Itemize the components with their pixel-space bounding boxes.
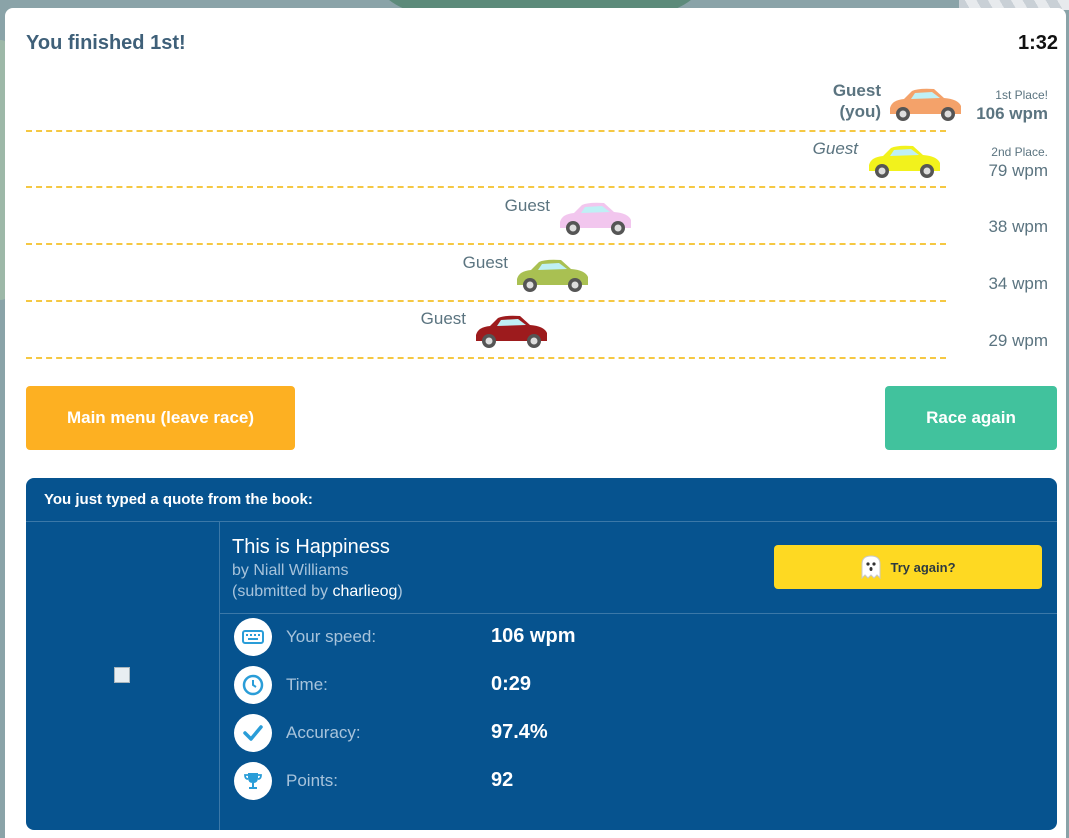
race-results-panel: You finished 1st! 1:32 Guest (you) 1st P… xyxy=(5,8,1066,838)
clock-icon xyxy=(234,666,272,704)
main-menu-button[interactable]: Main menu (leave race) xyxy=(26,386,295,450)
racer-wpm: 34 wpm xyxy=(988,274,1048,293)
stat-row-time: Time: 0:29 xyxy=(220,662,1057,710)
racer-wpm: 79 wpm xyxy=(988,161,1048,180)
racer-wpm: 29 wpm xyxy=(988,331,1048,350)
stat-value: 106 wpm xyxy=(491,625,576,647)
submitter-link[interactable]: charlieog xyxy=(332,583,397,600)
stat-row-points: Points: 92 xyxy=(220,758,1057,806)
car-icon xyxy=(472,313,550,351)
race-timer: 1:32 xyxy=(1017,32,1058,54)
racer-name: Guest xyxy=(504,196,550,215)
stat-label: Accuracy: xyxy=(286,723,361,742)
book-title: This is Happiness xyxy=(232,536,390,558)
race-stats: Your speed: 106 wpm Time: 0:29 Accuracy:… xyxy=(220,614,1057,830)
ghost-icon xyxy=(861,555,881,580)
submitted-suffix: ) xyxy=(397,583,403,600)
racer-name: Guest (you) xyxy=(833,80,881,122)
quote-header-text: You just typed a quote from the book: xyxy=(44,491,313,508)
race-again-button[interactable]: Race again xyxy=(885,386,1057,450)
stat-value: 92 xyxy=(491,769,514,791)
book-submitter: (submitted by charlieog) xyxy=(232,583,403,601)
race-lane xyxy=(26,130,946,133)
stat-label: Points: xyxy=(286,771,338,790)
racer-place: 1st Place! xyxy=(995,88,1048,102)
racer-wpm: 38 wpm xyxy=(988,217,1048,236)
submitted-prefix: (submitted by xyxy=(232,583,333,600)
stat-value: 97.4% xyxy=(491,721,548,743)
book-cover-area xyxy=(26,522,220,830)
quote-panel: You just typed a quote from the book: Th… xyxy=(26,478,1057,830)
broken-image-icon xyxy=(114,667,130,683)
try-again-button[interactable]: Try again? xyxy=(774,545,1042,589)
racer-name: Guest xyxy=(812,139,858,158)
stat-label: Your speed: xyxy=(286,627,377,646)
racer-you-tag: (you) xyxy=(839,102,881,121)
racer-wpm: 106 wpm xyxy=(976,104,1048,123)
race-result-title: You finished 1st! xyxy=(26,32,186,54)
race-lane xyxy=(26,243,946,246)
racer-name: Guest xyxy=(462,253,508,272)
trophy-icon xyxy=(234,762,272,800)
quote-header: You just typed a quote from the book: xyxy=(26,478,1057,522)
checkmark-icon xyxy=(234,714,272,752)
race-lane xyxy=(26,186,946,189)
racer-name-line: Guest xyxy=(832,81,881,100)
car-icon xyxy=(886,86,964,124)
race-lane xyxy=(26,300,946,303)
stat-value: 0:29 xyxy=(491,673,532,695)
race-lane xyxy=(26,357,946,360)
racer-name: Guest xyxy=(420,309,466,328)
stat-row-accuracy: Accuracy: 97.4% xyxy=(220,710,1057,758)
book-author: by Niall Williams xyxy=(232,562,349,579)
car-icon xyxy=(513,257,591,295)
car-icon xyxy=(865,143,943,181)
car-icon xyxy=(556,200,634,238)
try-again-label: Try again? xyxy=(890,559,956,575)
racer-place: 2nd Place. xyxy=(991,145,1048,159)
stat-row-speed: Your speed: 106 wpm xyxy=(220,614,1057,662)
book-info: This is Happiness by Niall Williams (sub… xyxy=(220,522,1057,614)
stat-label: Time: xyxy=(286,675,328,694)
keyboard-icon xyxy=(234,618,272,656)
